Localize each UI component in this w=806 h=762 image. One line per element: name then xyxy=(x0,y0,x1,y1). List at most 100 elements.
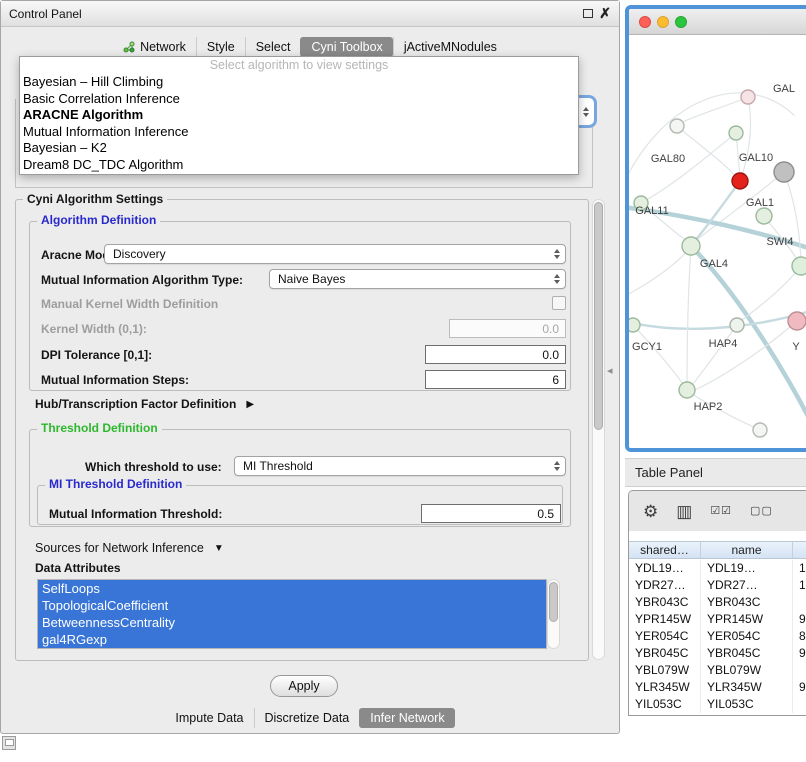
mi-type-select[interactable]: Naive Bayes xyxy=(269,269,566,289)
network-node[interactable] xyxy=(629,318,640,332)
table-cell xyxy=(793,662,806,679)
algorithm-option-basic-correlation-inference[interactable]: Basic Correlation Inference xyxy=(20,91,578,108)
float-window-icon[interactable] xyxy=(583,9,593,18)
algorithm-option-bayesian-hill-climbing[interactable]: Bayesian – Hill Climbing xyxy=(20,74,578,91)
attribute-item-topologicalcoefficient[interactable]: TopologicalCoefficient xyxy=(38,597,546,614)
table-row[interactable]: YLR345WYLR345W9. xyxy=(629,679,806,696)
tab-jactivemnodules[interactable]: jActiveMNodules xyxy=(393,37,507,57)
settings-scrollbar[interactable] xyxy=(592,199,605,660)
table-cell: 8. xyxy=(793,628,806,645)
algorithm-options-list: Bayesian – Hill ClimbingBasic Correlatio… xyxy=(20,74,578,173)
apply-button[interactable]: Apply xyxy=(270,675,338,697)
unselect-all-columns-icon[interactable]: ▢▢ xyxy=(750,506,773,517)
select-all-columns-icon[interactable]: ☑☑ xyxy=(710,506,732,517)
sources-label: Sources for Network Inference xyxy=(35,541,204,555)
network-node[interactable] xyxy=(741,90,755,104)
table-row[interactable]: YBR045CYBR045C9. xyxy=(629,645,806,662)
tab-network[interactable]: Network xyxy=(113,37,196,57)
which-threshold-select[interactable]: MI Threshold xyxy=(234,456,566,476)
mi-steps-input[interactable]: 6 xyxy=(425,370,566,389)
mi-threshold-input[interactable]: 0.5 xyxy=(421,504,561,523)
which-threshold-label: Which threshold to use: xyxy=(85,460,222,474)
network-node[interactable] xyxy=(756,208,772,224)
network-node[interactable] xyxy=(670,119,684,133)
table-panel-header: Table Panel xyxy=(625,458,806,487)
tab-impute-data[interactable]: Impute Data xyxy=(165,708,253,728)
manual-kernel-width-checkbox[interactable] xyxy=(552,296,566,310)
network-node[interactable] xyxy=(788,312,806,330)
network-node[interactable] xyxy=(730,318,744,332)
network-node[interactable] xyxy=(729,126,743,140)
tab-discretize-data[interactable]: Discretize Data xyxy=(254,708,360,728)
scrollbar-thumb[interactable] xyxy=(549,582,558,622)
network-node[interactable] xyxy=(792,257,806,275)
algorithm-dropdown-popup: Select algorithm to view settings Bayesi… xyxy=(19,56,579,175)
mi-threshold-group-title: MI Threshold Definition xyxy=(45,478,186,491)
table-row[interactable]: YDL19…YDL19…13 xyxy=(629,560,806,577)
table-settings-gear-icon[interactable]: ⚙ xyxy=(643,503,658,520)
algorithm-option-bayesian-k2[interactable]: Bayesian – K2 xyxy=(20,140,578,157)
table-cell: YDL19… xyxy=(701,560,793,577)
aracne-mode-select[interactable]: Discovery xyxy=(104,244,566,264)
table-cell: 12 xyxy=(793,577,806,594)
minimized-panel-icon[interactable] xyxy=(2,736,16,750)
show-columns-icon[interactable]: ▥ xyxy=(676,503,692,520)
close-panel-icon[interactable]: ✗ xyxy=(599,5,611,22)
attributes-scrollbar[interactable] xyxy=(547,579,560,649)
algorithm-option-aracne-algorithm[interactable]: ARACNE Algorithm xyxy=(20,107,578,124)
kernel-width-input[interactable]: 0.0 xyxy=(449,319,566,338)
table-body: YDL19…YDL19…13YDR27…YDR27…12YBR043CYBR04… xyxy=(629,560,806,715)
table-row[interactable]: YIL053CYIL053C xyxy=(629,696,806,713)
minimize-window-button[interactable] xyxy=(657,16,669,28)
table-row[interactable]: YER054CYER054C8. xyxy=(629,628,806,645)
network-graph-icon xyxy=(123,41,135,53)
tab-select[interactable]: Select xyxy=(245,37,301,57)
network-node-label-hap2: HAP2 xyxy=(694,401,723,413)
tab-infer-network[interactable]: Infer Network xyxy=(359,708,454,728)
tab-style[interactable]: Style xyxy=(196,37,245,57)
sources-toggle[interactable]: Sources for Network Inference ▼ xyxy=(35,541,224,555)
table-row[interactable]: YBR043CYBR043C xyxy=(629,594,806,611)
table-cell: YER054C xyxy=(701,628,793,645)
combo-arrows-icon xyxy=(583,107,589,117)
zoom-window-button[interactable] xyxy=(675,16,687,28)
network-node[interactable] xyxy=(679,382,695,398)
split-pane-handle[interactable]: ◂ xyxy=(607,364,613,377)
network-node[interactable] xyxy=(774,162,794,182)
table-row[interactable]: YDR27…YDR27…12 xyxy=(629,577,806,594)
attribute-item-selfloops[interactable]: SelfLoops xyxy=(38,580,546,597)
table-row[interactable]: YPR145WYPR145W9. xyxy=(629,611,806,628)
network-node[interactable] xyxy=(732,173,748,189)
attribute-item-gal4rgexp[interactable]: gal4RGexp xyxy=(38,631,546,648)
column-header-name[interactable]: name xyxy=(701,542,793,558)
table-cell: YBR043C xyxy=(701,594,793,611)
table-cell: 9. xyxy=(793,645,806,662)
control-panel-title: Control Panel xyxy=(9,7,82,21)
table-cell: YBR045C xyxy=(629,645,701,662)
network-edge xyxy=(629,93,794,185)
table-cell: 13 xyxy=(793,560,806,577)
network-node[interactable] xyxy=(682,237,700,255)
network-view-window: GALGAL80GAL10GAL11GAL1SWI4GAL4GCY1HAP4HA… xyxy=(625,5,806,452)
network-canvas[interactable]: GALGAL80GAL10GAL11GAL1SWI4GAL4GCY1HAP4HA… xyxy=(629,35,806,448)
attribute-item-betweennesscentrality[interactable]: BetweennessCentrality xyxy=(38,614,546,631)
close-window-button[interactable] xyxy=(639,16,651,28)
dpi-tolerance-input[interactable]: 0.0 xyxy=(425,345,566,364)
network-window-titlebar[interactable] xyxy=(629,9,806,35)
column-header-2[interactable] xyxy=(793,542,806,558)
hub-definition-label: Hub/Transcription Factor Definition xyxy=(35,397,236,411)
column-header-shared[interactable]: shared… xyxy=(629,542,701,558)
network-node[interactable] xyxy=(753,423,767,437)
hub-definition-toggle[interactable]: Hub/Transcription Factor Definition ▶ xyxy=(35,397,254,411)
algorithm-option-mutual-information-inference[interactable]: Mutual Information Inference xyxy=(20,124,578,141)
tab-cyni-toolbox[interactable]: Cyni Toolbox xyxy=(300,37,392,57)
network-node-label-gal1: GAL1 xyxy=(746,197,774,209)
table-cell: YPR145W xyxy=(701,611,793,628)
algorithm-option-dream8-dc-tdc-algorithm[interactable]: Dream8 DC_TDC Algorithm xyxy=(20,157,578,174)
table-cell: YIL053C xyxy=(701,696,793,713)
table-row[interactable]: YBL079WYBL079W xyxy=(629,662,806,679)
network-edge xyxy=(741,97,750,179)
table-cell: YLR345W xyxy=(701,679,793,696)
mi-threshold-label: Mutual Information Threshold: xyxy=(49,507,222,521)
scrollbar-thumb[interactable] xyxy=(594,202,603,430)
